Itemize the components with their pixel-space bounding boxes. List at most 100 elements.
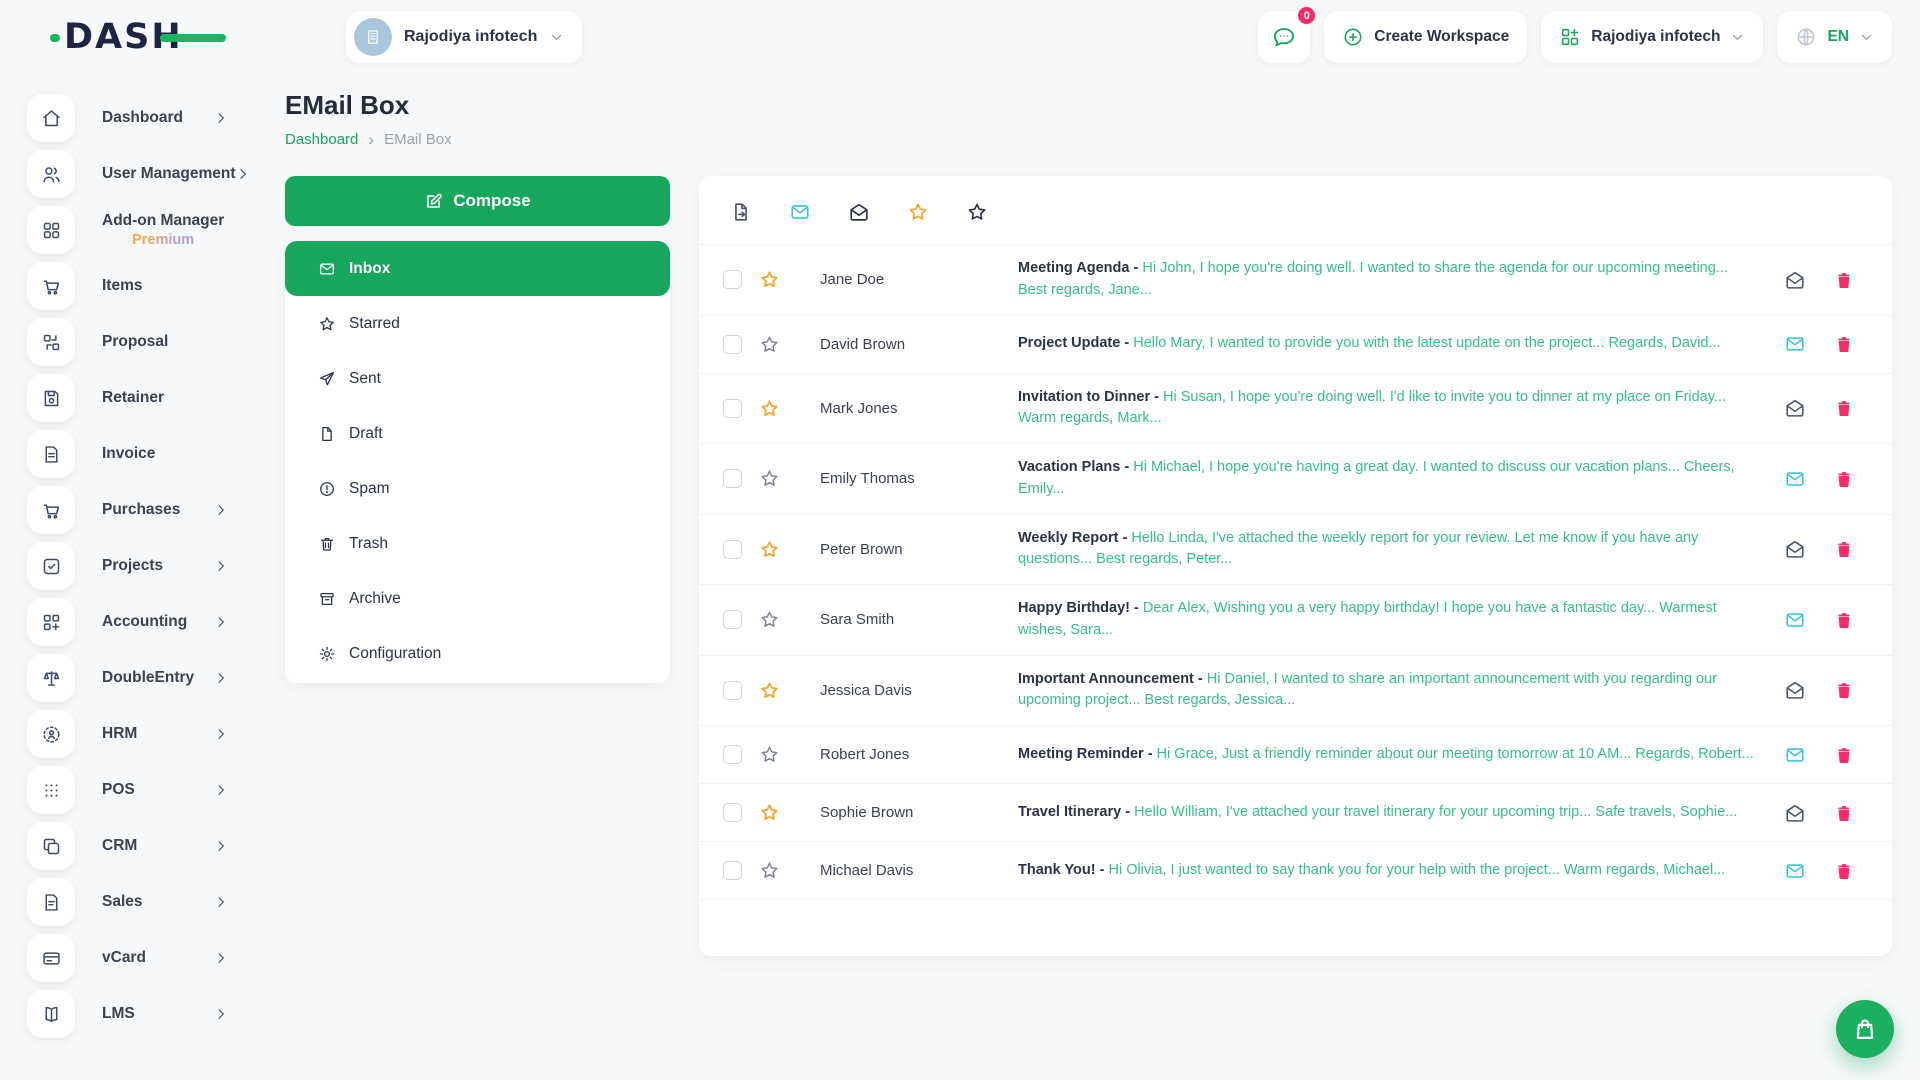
sidebar-item-vcard[interactable]: vCard [27, 934, 268, 982]
mail-open-icon[interactable] [1784, 397, 1806, 419]
email-text: Important Announcement - Hi Daniel, I wa… [1018, 670, 1717, 709]
draft-filter-icon[interactable] [730, 201, 752, 223]
email-row[interactable]: Michael Davis Thank You! - Hi Olivia, I … [699, 842, 1892, 900]
trash-icon[interactable] [1834, 270, 1854, 290]
mail-open-icon[interactable] [1784, 538, 1806, 560]
star-icon[interactable] [759, 744, 780, 765]
email-checkbox[interactable] [723, 745, 742, 764]
sidebar-item-dashboard[interactable]: Dashboard [27, 94, 268, 142]
email-row[interactable]: Peter Brown Weekly Report - Hello Linda,… [699, 515, 1892, 585]
email-checkbox[interactable] [723, 803, 742, 822]
email-checkbox[interactable] [723, 861, 742, 880]
trash-icon [318, 535, 336, 553]
star-icon[interactable] [759, 398, 780, 419]
sidebar-item-projects[interactable]: Projects [27, 542, 268, 590]
email-row[interactable]: Sara Smith Happy Birthday! - Dear Alex, … [699, 585, 1892, 656]
unread-filter-icon[interactable] [789, 201, 811, 223]
mail-open-icon[interactable] [1784, 269, 1806, 291]
star-icon[interactable] [759, 680, 780, 701]
company-selector[interactable]: Rajodiya infotech [1541, 11, 1764, 63]
star-icon[interactable] [759, 609, 780, 630]
sidebar-item-purchases[interactable]: Purchases [27, 486, 268, 534]
sidebar-item-invoice[interactable]: Invoice [27, 430, 268, 478]
starred-filter-icon[interactable] [907, 201, 929, 223]
mail-closed-icon[interactable] [1784, 468, 1806, 490]
email-checkbox[interactable] [723, 469, 742, 489]
sidebar-item-accounting[interactable]: Accounting [27, 598, 268, 646]
email-row[interactable]: David Brown Project Update - Hello Mary,… [699, 316, 1892, 374]
email-row[interactable]: Jane Doe Meeting Agenda - Hi John, I hop… [699, 245, 1892, 316]
folder-item-trash[interactable]: Trash [285, 516, 670, 571]
addon-store-fab[interactable] [1836, 1000, 1894, 1058]
mail-open-icon[interactable] [1784, 802, 1806, 824]
mail-closed-icon[interactable] [1784, 744, 1806, 766]
star-icon[interactable] [759, 269, 780, 290]
sidebar-item-add-on-manager[interactable]: Add-on Manager Premium [27, 206, 268, 254]
sidebar-item-crm[interactable]: CRM [27, 822, 268, 870]
mail-open-icon[interactable] [1784, 679, 1806, 701]
breadcrumb-dashboard-link[interactable]: Dashboard [285, 131, 358, 148]
sidebar-item-user-management[interactable]: User Management [27, 150, 268, 198]
create-workspace-button[interactable]: Create Workspace [1324, 11, 1528, 63]
mail-closed-icon[interactable] [1784, 609, 1806, 631]
compose-button[interactable]: Compose [285, 176, 670, 226]
folder-item-configuration[interactable]: Configuration [285, 626, 670, 681]
mail-closed-icon[interactable] [1784, 333, 1806, 355]
email-sender: Sara Smith [820, 611, 895, 629]
email-row[interactable]: Jessica Davis Important Announcement - H… [699, 656, 1892, 726]
sidebar-item-hrm[interactable]: HRM [27, 710, 268, 758]
sidebar-item-items[interactable]: Items [27, 262, 268, 310]
sidebar-item-proposal[interactable]: Proposal [27, 318, 268, 366]
trash-icon[interactable] [1834, 680, 1854, 700]
email-checkbox[interactable] [723, 334, 742, 354]
folder-item-archive[interactable]: Archive [285, 571, 670, 626]
star-icon[interactable] [759, 334, 780, 355]
email-checkbox[interactable] [723, 610, 742, 630]
star-icon[interactable] [759, 860, 780, 881]
folder-item-inbox[interactable]: Inbox [285, 241, 670, 296]
page-title: EMail Box [285, 90, 410, 120]
vcard-icon [27, 934, 75, 982]
email-subject: Vacation Plans [1018, 459, 1121, 475]
email-sender: Robert Jones [820, 746, 910, 763]
globe-icon [1795, 26, 1817, 48]
trash-icon[interactable] [1834, 539, 1854, 559]
workspace-selector[interactable]: Rajodiya infotech [346, 11, 583, 63]
trash-icon[interactable] [1834, 334, 1854, 354]
email-row[interactable]: Sophie Brown Travel Itinerary - Hello Wi… [699, 784, 1892, 842]
email-row[interactable]: Robert Jones Meeting Reminder - Hi Grace… [699, 726, 1892, 784]
unstarred-filter-icon[interactable] [966, 201, 988, 223]
sidebar-item-sales[interactable]: Sales [27, 878, 268, 926]
sidebar-item-retainer[interactable]: Retainer [27, 374, 268, 422]
app-logo[interactable]: DASH [50, 14, 240, 60]
folder-item-draft[interactable]: Draft [285, 406, 670, 461]
email-checkbox[interactable] [723, 398, 742, 418]
email-checkbox[interactable] [723, 539, 742, 559]
trash-icon[interactable] [1834, 398, 1854, 418]
trash-icon[interactable] [1834, 745, 1854, 765]
email-checkbox[interactable] [723, 680, 742, 700]
mail-closed-icon[interactable] [1784, 860, 1806, 882]
home-icon [27, 94, 75, 142]
email-row[interactable]: Emily Thomas Vacation Plans - Hi Michael… [699, 444, 1892, 515]
folder-item-starred[interactable]: Starred [285, 296, 670, 351]
folder-item-sent[interactable]: Sent [285, 351, 670, 406]
email-row[interactable]: Mark Jones Invitation to Dinner - Hi Sus… [699, 374, 1892, 444]
trash-icon[interactable] [1834, 803, 1854, 823]
trash-icon[interactable] [1834, 469, 1854, 489]
file-icon [318, 425, 336, 443]
sidebar-item-lms[interactable]: LMS [27, 990, 268, 1038]
trash-icon[interactable] [1834, 610, 1854, 630]
folder-item-spam[interactable]: Spam [285, 461, 670, 516]
sidebar-item-pos[interactable]: POS [27, 766, 268, 814]
email-sender: David Brown [820, 335, 906, 353]
messages-button[interactable]: 0 [1258, 5, 1318, 63]
email-checkbox[interactable] [723, 270, 742, 290]
star-icon[interactable] [759, 539, 780, 560]
read-filter-icon[interactable] [848, 201, 870, 223]
sidebar-item-doubleentry[interactable]: DoubleEntry [27, 654, 268, 702]
star-icon[interactable] [759, 802, 780, 823]
trash-icon[interactable] [1834, 861, 1854, 881]
language-selector[interactable]: EN [1777, 11, 1892, 63]
star-icon[interactable] [759, 468, 780, 489]
